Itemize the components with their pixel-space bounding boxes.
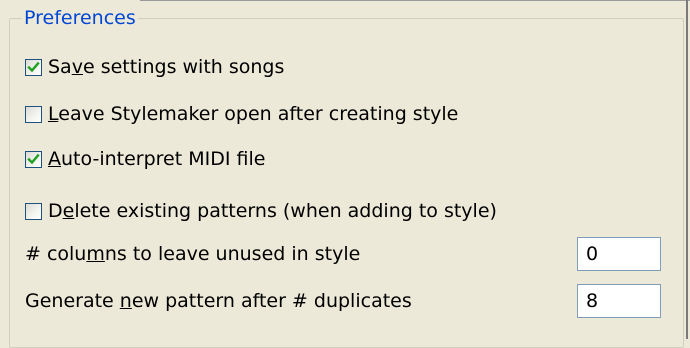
- auto-interpret-midi-checkbox[interactable]: [25, 150, 42, 168]
- delete-existing-patterns-checkbox[interactable]: [25, 202, 42, 220]
- groupbox-title: Preferences: [22, 6, 138, 30]
- columns-unused-input[interactable]: 0: [577, 237, 661, 271]
- delete-existing-patterns-option[interactable]: Delete existing patterns (when adding to…: [25, 198, 497, 224]
- delete-existing-patterns-label: Delete existing patterns (when adding to…: [48, 200, 497, 222]
- checkmark-icon: [27, 61, 40, 72]
- generate-pattern-label: Generate new pattern after # duplicates: [25, 290, 412, 312]
- leave-stylemaker-open-label: Leave Stylemaker open after creating sty…: [48, 103, 459, 125]
- auto-interpret-midi-label: Auto-interpret MIDI file: [48, 148, 266, 170]
- window-top-edge: [140, 0, 690, 1]
- window-right-edge: [686, 0, 688, 339]
- save-settings-checkbox[interactable]: [25, 58, 42, 76]
- auto-interpret-midi-option[interactable]: Auto-interpret MIDI file: [25, 146, 265, 172]
- duplicates-threshold-input[interactable]: 8: [577, 284, 661, 318]
- leave-stylemaker-open-checkbox[interactable]: [25, 105, 42, 123]
- columns-unused-label: # columns to leave unused in style: [25, 243, 361, 265]
- leave-stylemaker-open-option[interactable]: Leave Stylemaker open after creating sty…: [25, 101, 458, 127]
- checkmark-icon: [27, 153, 40, 164]
- save-settings-label: Save settings with songs: [48, 56, 285, 78]
- save-settings-option[interactable]: Save settings with songs: [25, 54, 284, 80]
